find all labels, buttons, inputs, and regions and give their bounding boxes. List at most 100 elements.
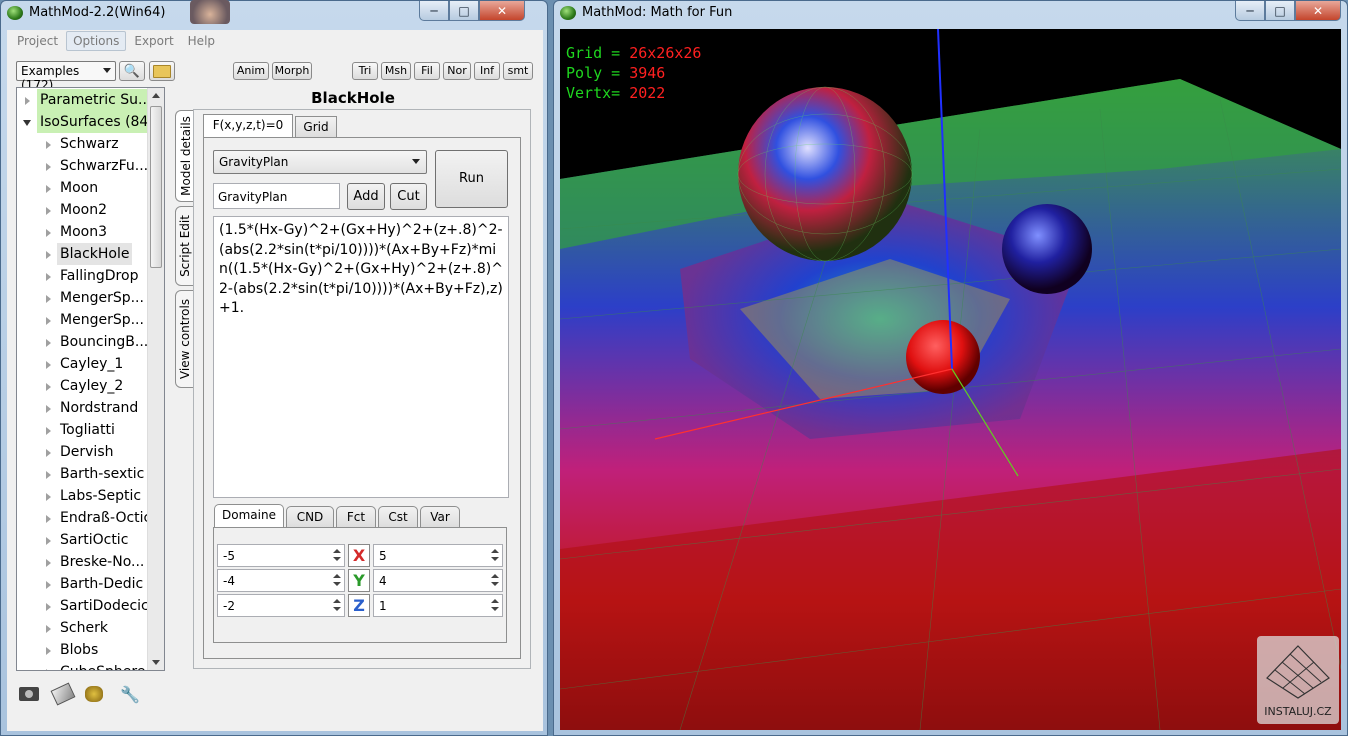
tab-fct[interactable]: Fct xyxy=(336,506,376,528)
add-button[interactable]: Add xyxy=(347,183,385,210)
scroll-down-arrow-icon[interactable] xyxy=(152,660,160,665)
tree-item[interactable]: MengerSp... xyxy=(17,287,149,309)
menu-options[interactable]: Options xyxy=(66,31,127,51)
expand-arrow-icon[interactable] xyxy=(46,427,51,435)
spin-down-arrow-icon[interactable] xyxy=(490,555,500,564)
scroll-up-arrow-icon[interactable] xyxy=(152,93,160,98)
examples-tree[interactable]: Parametric Su... IsoSurfaces (84) Schwar… xyxy=(16,87,165,671)
anim-button[interactable]: Anim xyxy=(233,62,269,80)
nor-button[interactable]: Nor xyxy=(443,62,471,80)
spin-down-arrow-icon[interactable] xyxy=(332,555,342,564)
expand-arrow-icon[interactable] xyxy=(46,251,51,259)
tab-domaine[interactable]: Domaine xyxy=(214,504,284,528)
expand-arrow-icon[interactable] xyxy=(46,163,51,171)
viewer-title-bar[interactable]: MathMod: Math for Fun ─ □ ✕ xyxy=(554,1,1347,25)
tree-item[interactable]: Scherk xyxy=(17,617,149,639)
tree-item[interactable]: SchwarzFu... xyxy=(17,155,149,177)
expand-arrow-icon[interactable] xyxy=(46,383,51,391)
smt-button[interactable]: smt xyxy=(503,62,533,80)
tree-item[interactable]: Moon2 xyxy=(17,199,149,221)
tree-item[interactable]: Barth-Dedic xyxy=(17,573,149,595)
tree-item[interactable]: Breske-No... xyxy=(17,551,149,573)
tri-button[interactable]: Tri xyxy=(352,62,378,80)
spin-down-arrow-icon[interactable] xyxy=(332,580,342,589)
collapse-arrow-icon[interactable] xyxy=(23,120,31,126)
expand-arrow-icon[interactable] xyxy=(46,207,51,215)
tab-view-controls[interactable]: View controls xyxy=(175,290,195,388)
spin-down-arrow-icon[interactable] xyxy=(490,580,500,589)
expand-arrow-icon[interactable] xyxy=(46,669,51,670)
surface-render[interactable] xyxy=(560,29,1341,730)
tab-function[interactable]: F(x,y,z,t)=0 xyxy=(203,114,293,138)
tab-grid[interactable]: Grid xyxy=(295,116,337,138)
function-name-field[interactable]: GravityPlan xyxy=(213,183,340,209)
expand-arrow-icon[interactable] xyxy=(46,339,51,347)
tree-item[interactable]: SartiOctic xyxy=(17,529,149,551)
tree-item[interactable]: Moon xyxy=(17,177,149,199)
tab-model-details[interactable]: Model details xyxy=(175,110,195,202)
run-button[interactable]: Run xyxy=(435,150,508,208)
tree-item[interactable]: Nordstrand xyxy=(17,397,149,419)
domain-max-y[interactable]: 4 xyxy=(373,569,503,592)
domain-min-y[interactable]: -4 xyxy=(217,569,345,592)
spin-down-arrow-icon[interactable] xyxy=(332,605,342,614)
tab-cst[interactable]: Cst xyxy=(378,506,418,528)
tree-item[interactable]: Cayley_1 xyxy=(17,353,149,375)
tree-item[interactable]: MengerSp... xyxy=(17,309,149,331)
expand-arrow-icon[interactable] xyxy=(46,603,51,611)
tree-scroll-thumb[interactable] xyxy=(150,106,162,268)
tree-scrollbar[interactable] xyxy=(147,88,164,670)
minimize-button[interactable]: ─ xyxy=(419,1,449,21)
domain-min-z[interactable]: -2 xyxy=(217,594,345,617)
title-bar[interactable]: MathMod-2.2(Win64) ─ □ ✕ xyxy=(1,1,547,25)
expand-arrow-icon[interactable] xyxy=(46,361,51,369)
menu-project[interactable]: Project xyxy=(11,32,64,50)
domain-min-x[interactable]: -5 xyxy=(217,544,345,567)
opengl-viewport[interactable]: Grid = 26x26x26 Poly = 3946 Vertx= 2022 xyxy=(560,29,1341,730)
expand-arrow-icon[interactable] xyxy=(46,449,51,457)
tab-var[interactable]: Var xyxy=(420,506,460,528)
tab-script-edit[interactable]: Script Edit xyxy=(175,206,195,286)
expand-arrow-icon[interactable] xyxy=(46,273,51,281)
tree-item[interactable]: Dervish xyxy=(17,441,149,463)
expand-arrow-icon[interactable] xyxy=(46,229,51,237)
expand-arrow-icon[interactable] xyxy=(46,537,51,545)
open-folder-button[interactable] xyxy=(149,61,175,81)
expand-arrow-icon[interactable] xyxy=(46,559,51,567)
function-combo[interactable]: GravityPlan xyxy=(213,150,427,174)
expand-arrow-icon[interactable] xyxy=(46,581,51,589)
camera-icon[interactable] xyxy=(19,687,39,701)
eraser-icon[interactable] xyxy=(50,682,76,706)
expand-arrow-icon[interactable] xyxy=(46,185,51,193)
expand-arrow-icon[interactable] xyxy=(46,625,51,633)
search-button[interactable]: 🔍 xyxy=(119,61,145,81)
morph-button[interactable]: Morph xyxy=(272,62,312,80)
domain-max-x[interactable]: 5 xyxy=(373,544,503,567)
expand-arrow-icon[interactable] xyxy=(25,97,30,105)
maximize-button[interactable]: □ xyxy=(449,1,479,21)
menu-help[interactable]: Help xyxy=(182,32,221,50)
brush-icon[interactable] xyxy=(85,686,103,702)
close-button[interactable]: ✕ xyxy=(479,1,525,21)
tree-item[interactable]: CubeSphere xyxy=(17,661,149,670)
cut-button[interactable]: Cut xyxy=(390,183,427,210)
msh-button[interactable]: Msh xyxy=(381,62,411,80)
tree-item[interactable]: Labs-Septic xyxy=(17,485,149,507)
tab-cnd[interactable]: CND xyxy=(286,506,334,528)
tree-item[interactable]: BouncingB... xyxy=(17,331,149,353)
tree-item[interactable]: Togliatti xyxy=(17,419,149,441)
wrench-icon[interactable]: 🔧 xyxy=(120,685,140,704)
tree-item[interactable]: Moon3 xyxy=(17,221,149,243)
examples-combo[interactable]: Examples (172) xyxy=(16,61,116,92)
expand-arrow-icon[interactable] xyxy=(46,295,51,303)
tree-item[interactable]: Barth-sextic xyxy=(17,463,149,485)
expand-arrow-icon[interactable] xyxy=(46,647,51,655)
tree-item[interactable]: Cayley_2 xyxy=(17,375,149,397)
expand-arrow-icon[interactable] xyxy=(46,515,51,523)
fil-button[interactable]: Fil xyxy=(414,62,440,80)
close-button[interactable]: ✕ xyxy=(1295,1,1341,21)
tree-category-isosurfaces[interactable]: IsoSurfaces (84) xyxy=(17,111,157,133)
tree-item[interactable]: SartiDodecic xyxy=(17,595,149,617)
expand-arrow-icon[interactable] xyxy=(46,141,51,149)
formula-editor[interactable]: (1.5*(Hx-Gy)^2+(Gx+Hy)^2+(z+.8)^2-(abs(2… xyxy=(213,216,509,498)
